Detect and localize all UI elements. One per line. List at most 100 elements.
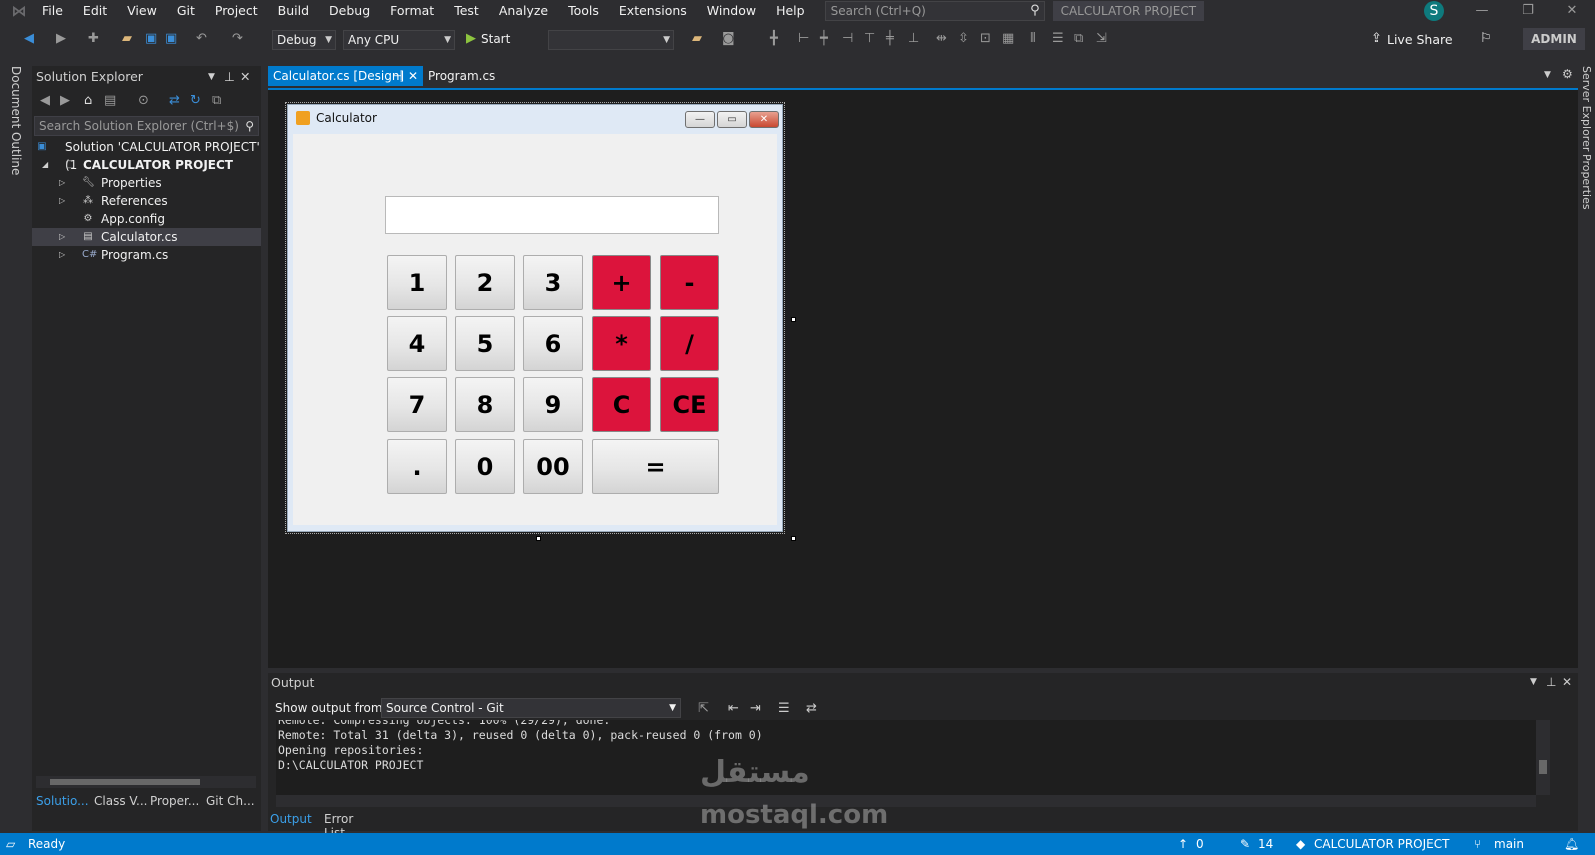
- form-close-icon[interactable]: ✕: [749, 111, 779, 128]
- save-all-icon[interactable]: ▣: [165, 31, 177, 46]
- redo-icon[interactable]: ↷: [232, 31, 243, 46]
- tab-program-cs[interactable]: Program.cs: [423, 66, 523, 86]
- menu-test[interactable]: Test: [444, 0, 489, 22]
- form-maximize-icon[interactable]: ▭: [717, 111, 747, 128]
- button-digit-7[interactable]: 7: [387, 377, 447, 432]
- button-digit-4[interactable]: 4: [387, 316, 447, 371]
- align-grid-icon[interactable]: ╋: [770, 31, 778, 46]
- notifications-bell-icon[interactable]: 🔔︎: [1564, 837, 1579, 851]
- horizontal-scrollbar[interactable]: [276, 795, 1536, 807]
- switch-views-icon[interactable]: ▤: [104, 93, 116, 108]
- tree-item-references[interactable]: ▷ ⁂ References: [32, 192, 261, 210]
- forward-icon[interactable]: ▶: [60, 93, 70, 108]
- admin-badge[interactable]: ADMIN: [1523, 28, 1585, 50]
- global-search-input[interactable]: Search (Ctrl+Q) ⚲: [824, 1, 1045, 21]
- server-explorer-tab[interactable]: Server Explorer: [1580, 66, 1593, 151]
- solution-search-input[interactable]: Search Solution Explorer (Ctrl+$) ⚲: [34, 116, 259, 136]
- output-source-select[interactable]: Source Control - Git ▼: [381, 698, 681, 718]
- align-right-icon[interactable]: ⊣: [842, 31, 853, 46]
- feedback-icon[interactable]: ⚐: [1480, 31, 1492, 46]
- button-clear[interactable]: C: [592, 377, 651, 432]
- tab-class-view[interactable]: Class V...: [94, 794, 148, 808]
- sync-icon[interactable]: ⇄: [169, 93, 180, 108]
- word-wrap-icon[interactable]: ⇄: [806, 701, 817, 716]
- next-message-icon[interactable]: ⇥: [750, 701, 761, 716]
- close-window-icon[interactable]: ✕: [1549, 0, 1595, 22]
- tree-item-project[interactable]: ◢ ▢ CALCULATOR PROJECT: [32, 156, 261, 174]
- resize-handle-right[interactable]: [791, 317, 796, 322]
- align-middle-icon[interactable]: ╪: [886, 31, 894, 46]
- button-digit-5[interactable]: 5: [455, 316, 515, 371]
- menu-debug[interactable]: Debug: [319, 0, 380, 22]
- same-size-icon[interactable]: ⊡: [980, 31, 991, 46]
- collapsed-triangle-icon[interactable]: ▷: [59, 246, 65, 264]
- document-outline-tab[interactable]: Document Outline: [9, 66, 23, 175]
- play-icon[interactable]: ▶: [466, 31, 476, 46]
- save-icon[interactable]: ▣: [145, 31, 157, 46]
- menu-format[interactable]: Format: [380, 0, 444, 22]
- tab-solution-explorer[interactable]: Solutio...: [36, 794, 89, 808]
- menu-git[interactable]: Git: [167, 0, 205, 22]
- button-divide[interactable]: /: [660, 316, 719, 371]
- button-minus[interactable]: -: [660, 255, 719, 310]
- back-icon[interactable]: ◀: [24, 31, 34, 46]
- platform-select[interactable]: Any CPU ▼: [343, 30, 455, 50]
- target-select[interactable]: ▼: [548, 30, 674, 50]
- horizontal-scrollbar[interactable]: [36, 776, 256, 788]
- horizontal-spacing-icon[interactable]: ⦀: [1030, 31, 1036, 46]
- button-equals[interactable]: =: [592, 439, 719, 494]
- screenshot-icon[interactable]: ◙: [722, 31, 735, 46]
- pending-changes-filter-icon[interactable]: ⊙: [138, 93, 149, 108]
- repository-name[interactable]: CALCULATOR PROJECT: [1314, 837, 1449, 851]
- calculator-display-textbox[interactable]: [385, 196, 719, 234]
- folder-icon[interactable]: ▰: [692, 31, 702, 46]
- chevron-down-icon[interactable]: ▼: [1530, 677, 1537, 687]
- size-to-grid-icon[interactable]: ▦: [1002, 31, 1014, 46]
- gear-icon[interactable]: ⚙: [1562, 67, 1573, 81]
- start-button[interactable]: Start: [481, 32, 510, 46]
- user-avatar[interactable]: S: [1424, 1, 1444, 21]
- tab-output[interactable]: Output: [270, 812, 312, 826]
- tree-item-properties[interactable]: ▷ 🔧︎ Properties: [32, 174, 261, 192]
- tab-git-changes[interactable]: Git Ch...: [206, 794, 255, 808]
- forward-icon[interactable]: ▶: [56, 31, 66, 46]
- menu-file[interactable]: File: [32, 0, 73, 22]
- pin-icon[interactable]: ⊥: [1546, 675, 1556, 689]
- previous-message-icon[interactable]: ⇤: [728, 701, 739, 716]
- button-digit-8[interactable]: 8: [455, 377, 515, 432]
- clear-all-icon[interactable]: ☰: [778, 701, 790, 716]
- button-multiply[interactable]: *: [592, 316, 651, 371]
- close-icon[interactable]: ✕: [408, 66, 418, 86]
- open-folder-icon[interactable]: ▰: [122, 31, 132, 46]
- menu-tools[interactable]: Tools: [558, 0, 609, 22]
- tab-property-manager[interactable]: Proper...: [150, 794, 199, 808]
- vertical-spacing-icon[interactable]: ☰: [1052, 31, 1064, 46]
- output-text-area[interactable]: Remote: Compressing objects: 100% (29/29…: [276, 720, 1536, 795]
- button-digit-2[interactable]: 2: [455, 255, 515, 310]
- close-icon[interactable]: ✕: [240, 66, 250, 88]
- button-digit-3[interactable]: 3: [523, 255, 583, 310]
- unpushed-count[interactable]: 0: [1196, 837, 1204, 851]
- pin-icon[interactable]: ⊥: [224, 66, 235, 88]
- button-digit-6[interactable]: 6: [523, 316, 583, 371]
- chevron-down-icon[interactable]: ▼: [208, 66, 215, 88]
- bring-to-front-icon[interactable]: ⧉: [1074, 31, 1083, 46]
- live-share-icon[interactable]: ⇪: [1371, 31, 1382, 46]
- pin-icon[interactable]: ⊣: [392, 66, 402, 86]
- form-minimize-icon[interactable]: —: [685, 111, 715, 128]
- minimize-icon[interactable]: —: [1459, 0, 1505, 22]
- undo-icon[interactable]: ↶: [196, 31, 207, 46]
- button-clear-entry[interactable]: CE: [660, 377, 719, 432]
- tab-calculator-design[interactable]: Calculator.cs [Design] ⊣ ✕: [268, 66, 423, 86]
- collapsed-triangle-icon[interactable]: ▷: [59, 228, 65, 246]
- close-icon[interactable]: ✕: [1562, 675, 1572, 689]
- menu-analyze[interactable]: Analyze: [489, 0, 558, 22]
- configuration-select[interactable]: Debug ▼: [272, 30, 336, 50]
- vertical-scrollbar[interactable]: [1536, 720, 1550, 795]
- align-bottom-icon[interactable]: ⊥: [908, 31, 919, 46]
- resize-handle-corner[interactable]: [791, 536, 796, 541]
- new-project-icon[interactable]: ✚: [88, 31, 99, 46]
- live-share-button[interactable]: Live Share: [1387, 32, 1453, 47]
- menu-help[interactable]: Help: [766, 0, 815, 22]
- tree-item-program-cs[interactable]: ▷ C# Program.cs: [32, 246, 261, 264]
